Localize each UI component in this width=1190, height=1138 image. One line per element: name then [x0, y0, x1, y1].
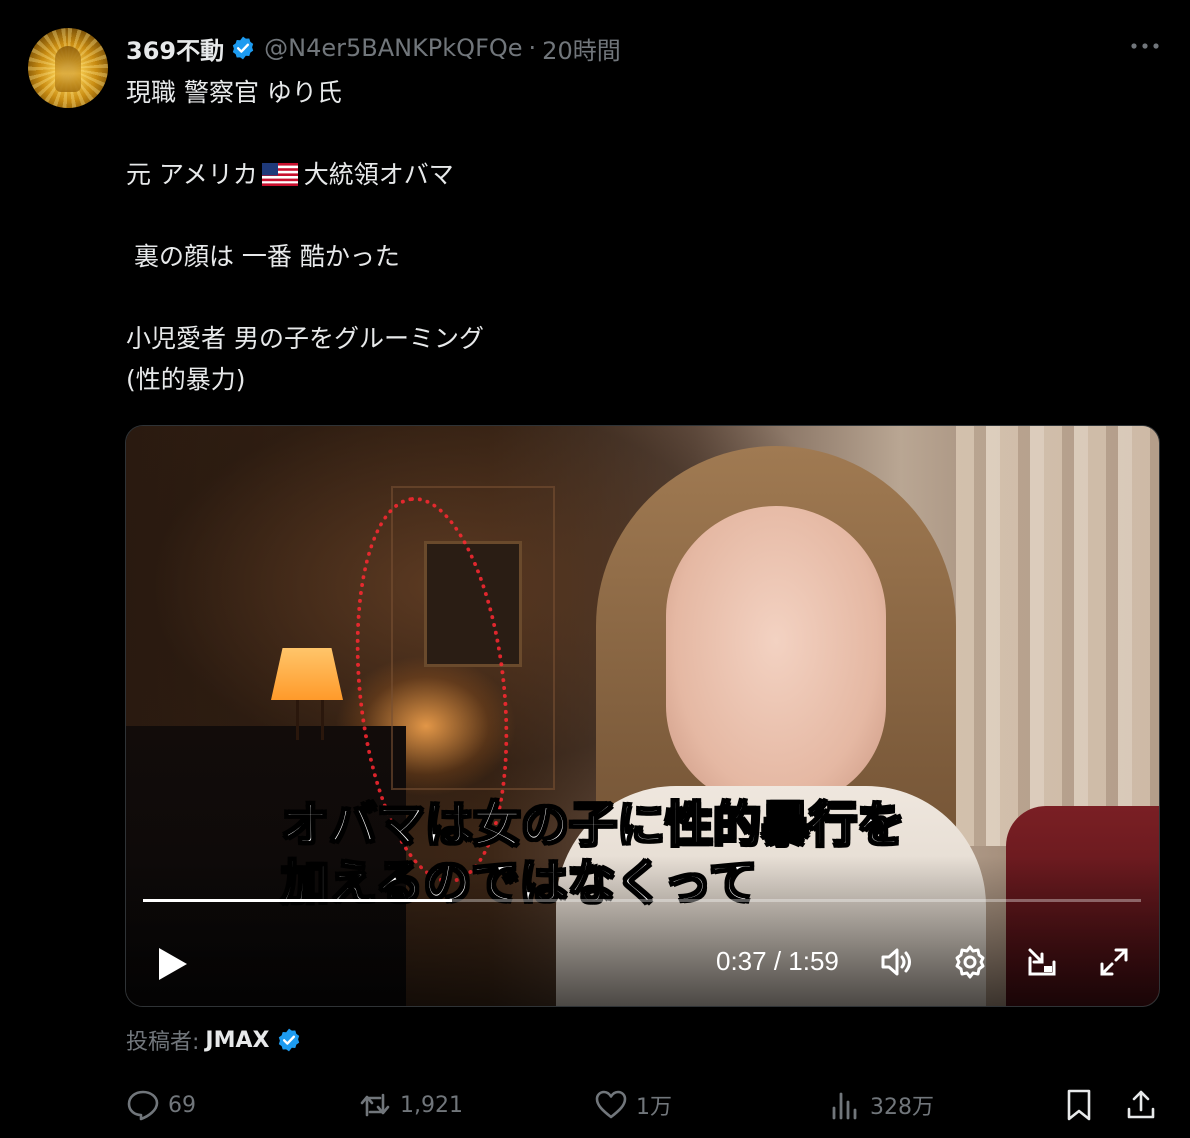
repost-icon — [360, 1093, 390, 1117]
volume-icon[interactable] — [878, 942, 918, 982]
bookmark-icon — [1067, 1089, 1091, 1121]
video-lamp-shade — [271, 648, 343, 700]
views-button[interactable]: 328万 — [828, 1084, 934, 1126]
video-lamp-stand — [296, 700, 324, 740]
share-button[interactable] — [1124, 1084, 1158, 1126]
verified-badge-icon — [278, 1028, 299, 1052]
video-caption: オバマは女の子に性的暴行を 加えるのではなくって — [280, 796, 1001, 912]
play-icon[interactable] — [150, 944, 194, 984]
progress-fill — [143, 899, 453, 902]
post-header: 369不動 @N4er5BANKPkQFQe · 20時間 — [126, 30, 621, 66]
post-line-4: 小児愛者 男の子をグルーミング — [126, 324, 484, 353]
video-person-face — [666, 506, 886, 806]
share-icon — [1127, 1090, 1155, 1119]
post-line-1: 現職 警察官 ゆり氏 — [126, 78, 342, 107]
more-icon[interactable] — [1128, 36, 1162, 56]
reply-count: 69 — [168, 1092, 196, 1118]
timestamp[interactable]: 20時間 — [542, 31, 621, 66]
post-line-5: (性的暴力) — [126, 365, 246, 394]
pip-icon[interactable] — [1022, 942, 1062, 982]
caption-line-2: 加えるのではなくって — [280, 854, 758, 912]
repost-count: 1,921 — [400, 1092, 463, 1118]
avatar[interactable] — [28, 28, 108, 108]
like-icon — [595, 1090, 627, 1119]
post-line-2-end: 大統領オバマ — [303, 160, 454, 189]
settings-icon[interactable] — [950, 942, 990, 982]
post-line-3: 裏の顔は 一番 酷かった — [126, 242, 400, 271]
fullscreen-icon[interactable] — [1094, 942, 1134, 982]
display-name[interactable]: 369不動 — [126, 31, 224, 66]
video-attribution: 投稿者: JMAX — [126, 1022, 302, 1058]
repost-button[interactable]: 1,921 — [358, 1084, 463, 1126]
bookmark-button[interactable] — [1062, 1084, 1096, 1126]
attribution-label: 投稿者: — [126, 1030, 200, 1055]
action-bar: 69 1,921 1万 328万 — [0, 1084, 1190, 1126]
attribution-author[interactable]: JMAX — [205, 1028, 269, 1053]
progress-bar[interactable] — [143, 899, 1141, 902]
post-line-2-start: 元 アメリカ — [126, 160, 258, 189]
views-count: 328万 — [870, 1095, 934, 1120]
time-display: 0:37 / 1:59 — [716, 946, 839, 976]
like-count: 1万 — [636, 1095, 672, 1120]
handle[interactable]: @N4er5BANKPkQFQe — [264, 34, 522, 62]
video-player[interactable]: オバマは女の子に性的暴行を 加えるのではなくって 0:37 / 1:59 — [125, 425, 1160, 1007]
us-flag-icon — [261, 163, 298, 186]
video-curtain — [956, 426, 1159, 846]
caption-line-1: オバマは女の子に性的暴行を — [280, 796, 906, 854]
avatar-figure — [55, 46, 81, 92]
reply-button[interactable]: 69 — [126, 1084, 196, 1126]
verified-badge-icon[interactable] — [230, 35, 256, 61]
reply-icon — [127, 1090, 159, 1121]
post-line-2: 元 アメリカ 大統領オバマ — [126, 154, 1156, 195]
separator-dot: · — [528, 34, 537, 62]
post-text: 現職 警察官 ゆり氏元 アメリカ 大統領オバマ 裏の顔は 一番 酷かった小児愛者 … — [126, 72, 1156, 400]
like-button[interactable]: 1万 — [594, 1084, 672, 1126]
views-icon — [832, 1092, 857, 1120]
